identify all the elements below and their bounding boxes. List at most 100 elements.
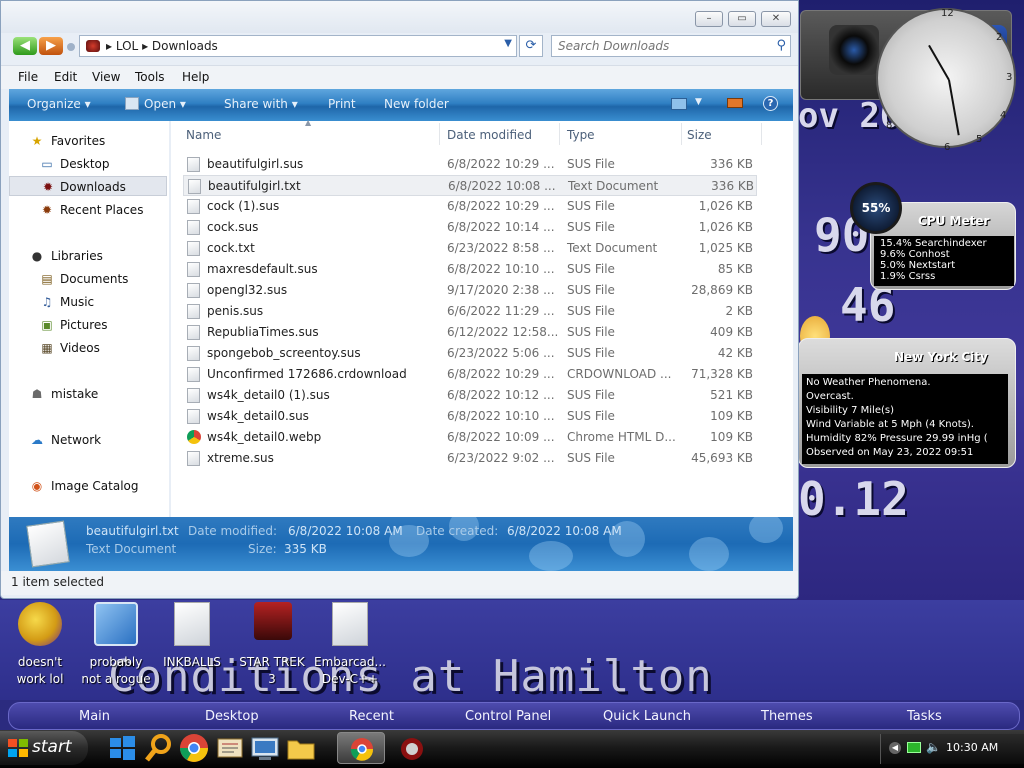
menu-help[interactable]: Help <box>182 70 209 84</box>
breadcrumb-lol[interactable]: LOL <box>116 39 138 53</box>
file-row[interactable]: cock.sus 6/8/2022 10:14 ... SUS File 1,026 … <box>183 217 757 238</box>
column-header-date-modified[interactable]: Date modified <box>447 128 532 142</box>
chevron-down-icon[interactable]: ▼ <box>695 97 702 107</box>
help-icon[interactable]: ? <box>763 96 778 111</box>
file-row[interactable]: xtreme.sus 6/23/2022 9:02 ... SUS File 45,6… <box>183 448 757 469</box>
view-options-icon[interactable] <box>671 98 687 110</box>
dock-link-main[interactable]: Main <box>79 709 110 724</box>
organize-button[interactable]: Organize ▾ <box>27 97 91 111</box>
column-header-name[interactable]: Name <box>186 128 221 142</box>
open-button[interactable]: Open ▾ <box>144 97 186 111</box>
desktop-icon-yahoo[interactable]: doesn't work lol <box>2 602 78 694</box>
clock-number: 2 <box>996 32 1003 43</box>
file-size: 409 KB <box>710 325 753 339</box>
status-text: 1 item selected <box>11 575 105 589</box>
file-row[interactable]: ws4k_detail0.webp 6/8/2022 10:09 ... Chrom… <box>183 427 757 448</box>
chevron-down-icon[interactable]: ▼ <box>504 38 512 49</box>
file-name: maxresdefault.sus <box>207 262 318 276</box>
menu-tools[interactable]: Tools <box>135 70 165 84</box>
volume-icon[interactable]: 🔈 <box>926 740 941 754</box>
forward-arrow-icon[interactable]: ▶ <box>39 37 63 55</box>
column-header-type[interactable]: Type <box>567 128 595 142</box>
preview-pane-icon[interactable] <box>727 98 743 108</box>
nav-label: Documents <box>60 272 129 286</box>
desktop-icon-star-trek[interactable]: STAR TREK 3 <box>234 602 310 694</box>
nav-desktop[interactable]: ▭ Desktop <box>9 154 167 174</box>
breadcrumb-downloads[interactable]: Downloads <box>152 39 218 53</box>
tray-arrow-icon[interactable]: ◀ <box>889 742 901 754</box>
chrome-icon[interactable] <box>178 732 210 764</box>
search-icon[interactable]: ⚲ <box>776 38 786 53</box>
column-divider[interactable] <box>761 123 762 145</box>
file-row[interactable]: ws4k_detail0.sus 6/8/2022 10:10 ... SUS Fi… <box>183 406 757 427</box>
dock-link-control-panel[interactable]: Control Panel <box>465 709 551 724</box>
file-row[interactable]: Unconfirmed 172686.crdownload 6/8/2022 10… <box>183 364 757 385</box>
column-divider[interactable] <box>681 123 682 145</box>
column-header-size[interactable]: Size <box>687 128 712 142</box>
notepad-icon[interactable] <box>214 732 246 764</box>
nav-network[interactable]: ☁ Network <box>9 430 167 450</box>
search-box[interactable]: ⚲ <box>551 35 791 57</box>
dock-link-quick-launch[interactable]: Quick Launch <box>603 709 691 724</box>
maximize-button[interactable]: ▭ <box>728 11 756 27</box>
nav-pictures[interactable]: ▣ Pictures <box>9 315 167 335</box>
nav-videos[interactable]: ▦ Videos <box>9 338 167 358</box>
desktop-icon-program[interactable]: probably not a rogue <box>78 602 154 694</box>
folder-icon[interactable] <box>285 732 317 764</box>
file-row[interactable]: cock.txt 6/23/2022 8:58 ... Text Document 1… <box>183 238 757 259</box>
search-input[interactable] <box>558 38 764 54</box>
refresh-icon[interactable]: ⟳ <box>519 35 543 57</box>
share-with-button[interactable]: Share with ▾ <box>224 97 298 111</box>
nav-image-catalog[interactable]: ◉ Image Catalog <box>9 476 167 496</box>
nav-documents[interactable]: ▤ Documents <box>9 269 167 289</box>
new-folder-button[interactable]: New folder <box>384 97 449 111</box>
column-divider[interactable] <box>439 123 440 145</box>
dock-link-themes[interactable]: Themes <box>761 709 813 724</box>
recent-pages-dropdown-icon[interactable] <box>67 43 75 51</box>
cpu-meter-gadget[interactable]: 55% CPU Meter 15.4% Searchindexer 9.6% C… <box>850 182 1016 290</box>
file-row[interactable]: maxresdefault.sus 6/8/2022 10:10 ... SUS F… <box>183 259 757 280</box>
address-bar[interactable]: ▸ LOL ▸ Downloads ▼ <box>79 35 517 57</box>
file-row[interactable]: spongebob_screentoy.sus 6/23/2022 5:06 ..… <box>183 343 757 364</box>
menu-edit[interactable]: Edit <box>54 70 77 84</box>
file-row[interactable]: beautifulgirl.sus 6/8/2022 10:29 ... SUS F… <box>183 154 757 175</box>
weather-line: Visibility 7 Mile(s) <box>806 405 894 416</box>
print-button[interactable]: Print <box>328 97 356 111</box>
minimize-button[interactable]: – <box>695 11 723 27</box>
network-status-icon[interactable] <box>907 742 921 753</box>
clock-gadget[interactable]: 12 2 3 4 5 6 8 <box>876 8 1016 153</box>
clock-minute-hand <box>948 79 960 136</box>
start-button[interactable]: start <box>0 731 88 765</box>
nav-mistake[interactable]: ☗ mistake <box>9 384 167 404</box>
nav-recent-places[interactable]: ✹ Recent Places <box>9 200 167 220</box>
nav-music[interactable]: ♫ Music <box>9 292 167 312</box>
back-arrow-icon[interactable]: ◀ <box>13 37 37 55</box>
file-row[interactable]: beautifulgirl.txt 6/8/2022 10:08 ... Text … <box>183 175 757 196</box>
dock-link-recent[interactable]: Recent <box>349 709 394 724</box>
computer-icon[interactable] <box>249 732 281 764</box>
desktop-icon-dev-cpp[interactable]: Embarcad... Dev-C++ <box>312 602 388 694</box>
camera-icon[interactable] <box>829 25 879 75</box>
nav-libraries[interactable]: ● Libraries <box>9 246 167 266</box>
dock-link-tasks[interactable]: Tasks <box>907 709 942 724</box>
nav-downloads[interactable]: ✹ Downloads <box>9 176 167 196</box>
desktop-icon-inkballs[interactable]: INKBALLS <box>154 602 230 694</box>
menu-file[interactable]: File <box>18 70 38 84</box>
file-row[interactable]: cock (1).sus 6/8/2022 10:29 ... SUS File 1,… <box>183 196 757 217</box>
title-bar[interactable]: – ▭ ✕ <box>1 1 798 33</box>
taskbar-explorer-button[interactable] <box>337 732 385 764</box>
close-button[interactable]: ✕ <box>761 11 791 27</box>
menu-view[interactable]: View <box>92 70 120 84</box>
dock-link-desktop[interactable]: Desktop <box>205 709 259 724</box>
weather-gadget[interactable]: New York City No Weather Phenomena. Over… <box>798 338 1016 468</box>
taskbar-app-button[interactable] <box>391 732 433 764</box>
file-row[interactable]: ws4k_detail0 (1).sus 6/8/2022 10:12 ... SU… <box>183 385 757 406</box>
file-row[interactable]: penis.sus 6/6/2022 11:29 ... SUS File 2 KB <box>183 301 757 322</box>
nav-favorites[interactable]: ★ Favorites <box>9 131 167 151</box>
search-magnifier-icon[interactable] <box>143 732 175 764</box>
tray-clock[interactable]: 10:30 AM <box>946 741 998 754</box>
column-divider[interactable] <box>559 123 560 145</box>
windows-flag-icon[interactable] <box>106 732 138 764</box>
file-row[interactable]: opengl32.sus 9/17/2020 2:38 ... SUS File 28… <box>183 280 757 301</box>
file-row[interactable]: RepubliaTimes.sus 6/12/2022 12:58... SUS F… <box>183 322 757 343</box>
